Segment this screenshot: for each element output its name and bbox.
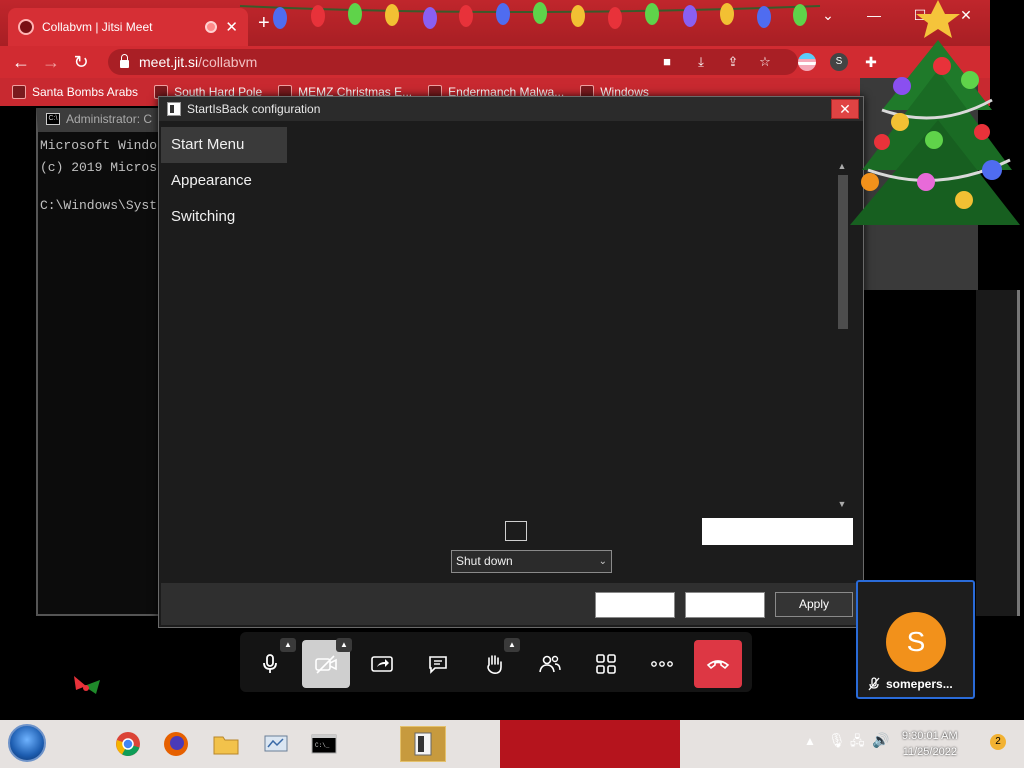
power-button-action-select[interactable]: Shut down ⌄ xyxy=(451,550,612,573)
svg-text:C:\_: C:\_ xyxy=(315,742,330,749)
mic-muted-icon xyxy=(868,677,880,691)
command-prompt-icon: C:\_ xyxy=(311,734,337,754)
holly-decoration-icon xyxy=(74,676,100,694)
cmd-prompt-icon: C:\ xyxy=(46,113,60,125)
tab-collabvm[interactable]: Collabvm | Jitsi Meet ✕ xyxy=(8,8,248,46)
chat-icon xyxy=(429,656,447,674)
windows-taskbar: C:\_ ▲ 🎙 🖧 🔊 9:30:01 AM 11/25/2022 2 xyxy=(0,720,1024,768)
share-icon[interactable]: ⇪ xyxy=(724,53,742,71)
extension-flag-icon[interactable] xyxy=(798,53,816,71)
screen-share-icon xyxy=(371,656,393,672)
tile-view-button[interactable] xyxy=(582,640,630,688)
url-text: meet.jit.si/collabvm xyxy=(139,54,257,70)
bookmark-star-icon[interactable]: ☆ xyxy=(756,53,774,71)
bookmark-favicon-icon xyxy=(12,85,26,99)
notification-badge[interactable]: 2 xyxy=(990,734,1006,750)
grid-icon xyxy=(596,654,616,674)
jitsi-toolbar: ▲ ▲ ▲ xyxy=(240,632,752,692)
system-tray: ▲ 🎙 🖧 🔊 9:30:01 AM 11/25/2022 2 xyxy=(800,720,1024,768)
participant-tile[interactable]: S somepers... xyxy=(856,580,975,699)
dialog-nav: Start Menu Appearance Switching xyxy=(161,127,287,235)
address-bar[interactable]: meet.jit.si/collabvm ■ ⤓ ⇪ ☆ xyxy=(108,49,798,75)
more-actions-button[interactable] xyxy=(638,640,686,688)
url-host: meet.jit.si xyxy=(139,54,199,70)
chevron-down-icon: ⌄ xyxy=(598,556,607,567)
microphone-tray-icon[interactable]: 🎙 xyxy=(828,732,846,749)
clock[interactable]: 9:30:01 AM 11/25/2022 xyxy=(902,728,958,760)
chevron-up-icon[interactable]: ▲ xyxy=(336,638,352,652)
device-manager-icon xyxy=(264,735,288,752)
tab-close-icon[interactable]: ✕ xyxy=(225,18,238,36)
tab-title: Collabvm | Jitsi Meet xyxy=(42,20,153,34)
filmstrip-edge xyxy=(976,290,1020,616)
explorer-taskbar-icon[interactable] xyxy=(208,726,244,762)
url-path: /collabvm xyxy=(198,54,258,70)
camera-off-icon xyxy=(315,655,337,674)
cmd-titlebar: C:\ Administrator: C xyxy=(46,112,152,126)
control-panel-taskbar-icon[interactable] xyxy=(258,726,294,762)
chrome-icon xyxy=(116,732,140,756)
volume-icon[interactable]: 🔊 xyxy=(872,732,889,749)
forward-arrow-icon[interactable]: → xyxy=(36,52,66,73)
ok-button[interactable] xyxy=(595,592,675,618)
text-field[interactable] xyxy=(702,518,853,545)
hang-up-button[interactable] xyxy=(694,640,742,688)
back-arrow-icon[interactable]: ← xyxy=(6,52,36,73)
share-screen-button[interactable] xyxy=(358,640,406,688)
firefox-icon xyxy=(164,732,188,756)
participant-name: somepers... xyxy=(886,677,953,691)
avatar: S xyxy=(886,612,946,672)
option-checkbox[interactable] xyxy=(505,521,527,541)
dialog-titlebar[interactable]: StartIsBack configuration ✕ xyxy=(159,97,863,121)
bookmark-item[interactable]: Santa Bombs Arabs xyxy=(12,85,138,99)
firefox-taskbar-icon[interactable] xyxy=(158,726,194,762)
nav-item-switching[interactable]: Switching xyxy=(161,199,287,235)
clock-time: 9:30:01 AM xyxy=(902,730,958,742)
christmas-tree-decoration xyxy=(850,0,1020,225)
participants-button[interactable] xyxy=(526,640,574,688)
participants-icon xyxy=(539,655,561,673)
install-app-icon[interactable]: ⤓ xyxy=(692,53,710,71)
startisback-icon xyxy=(414,732,432,756)
lock-icon[interactable] xyxy=(120,54,129,68)
folder-icon xyxy=(213,736,239,755)
chevron-up-icon[interactable]: ▲ xyxy=(280,638,296,652)
new-tab-button[interactable]: + xyxy=(258,12,270,35)
apply-button[interactable]: Apply xyxy=(775,592,853,617)
scroll-down-icon[interactable]: ▼ xyxy=(834,497,850,511)
more-dots-icon xyxy=(651,661,673,667)
clock-date: 11/25/2022 xyxy=(902,746,957,758)
show-hidden-icons-chevron-up-icon[interactable]: ▲ xyxy=(804,734,816,748)
chevron-up-icon[interactable]: ▲ xyxy=(504,638,520,652)
dialog-footer: Apply xyxy=(161,583,861,625)
microphone-icon xyxy=(263,654,277,673)
dropdown-value: Shut down xyxy=(456,554,513,568)
jitsi-favicon-icon xyxy=(18,19,34,35)
cmd-taskbar-icon[interactable]: C:\_ xyxy=(306,726,342,762)
camera-icon[interactable]: ■ xyxy=(658,53,676,71)
taskbar-wallpaper-decoration xyxy=(500,720,680,768)
chat-button[interactable] xyxy=(414,640,462,688)
network-icon[interactable]: 🖧 xyxy=(850,732,865,754)
dialog-title: StartIsBack configuration xyxy=(187,102,321,116)
nav-item-start-menu[interactable]: Start Menu xyxy=(161,127,287,163)
startisback-dialog: StartIsBack configuration ✕ Start Menu A… xyxy=(158,96,864,628)
startisback-app-icon xyxy=(167,102,181,116)
nav-item-appearance[interactable]: Appearance xyxy=(161,163,287,199)
participant-name-row: somepers... xyxy=(868,677,953,691)
start-orb-icon[interactable] xyxy=(8,724,46,762)
recording-indicator-icon xyxy=(205,21,218,33)
hand-icon xyxy=(487,655,502,674)
cmd-title: Administrator: C xyxy=(66,112,153,126)
startisback-taskbar-icon[interactable] xyxy=(400,726,446,762)
hang-up-icon xyxy=(706,660,730,670)
bookmark-label: Santa Bombs Arabs xyxy=(32,85,139,99)
reload-icon[interactable]: ↻ xyxy=(66,52,96,73)
chrome-taskbar-icon[interactable] xyxy=(110,726,146,762)
cancel-button[interactable] xyxy=(685,592,765,618)
